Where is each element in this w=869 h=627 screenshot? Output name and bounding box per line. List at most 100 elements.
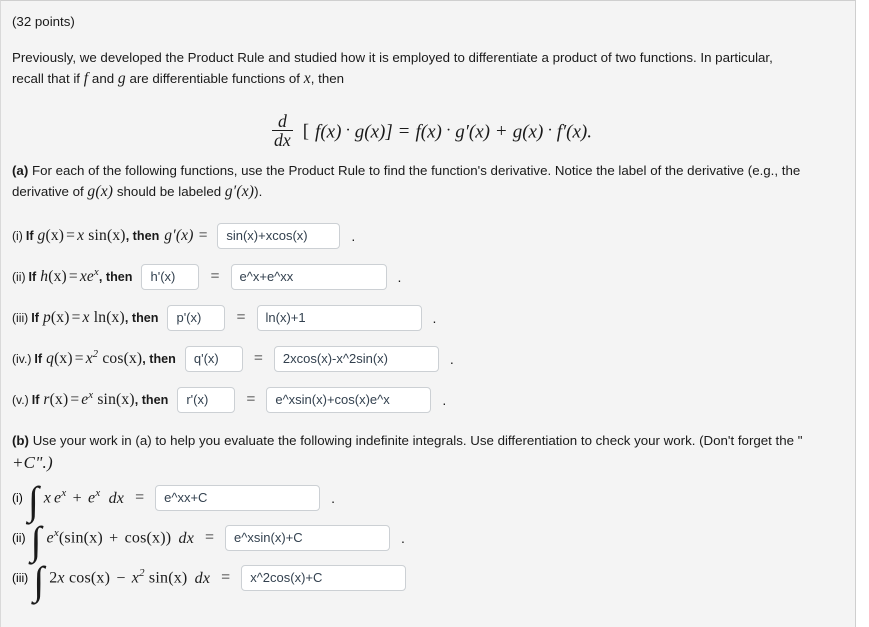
part-b-item-ii: (ii) ∫ ex(sin(x) + cos(x)) dx = . — [12, 520, 852, 560]
then-word: , then — [98, 269, 133, 284]
row-period: . — [449, 350, 454, 367]
product-rule-formula: d dx [f(x) · g(x)] = f(x) · g′(x) + g(x) · f′(x). — [12, 112, 852, 158]
part-a-item-v: (v.) If r(x)=ex sin(x) , then = . — [12, 386, 852, 413]
part-b-item-i: (i) ∫ x ex + ex dx = . — [12, 480, 852, 520]
function-definition: h(x) = xex — [40, 267, 99, 286]
part-a-item-iii: (iii) If p(x)=x ln(x) , then = . — [12, 304, 852, 331]
answer-input-a-iii[interactable] — [256, 304, 422, 331]
math-x: x — [303, 69, 311, 87]
equals-sign: = — [205, 528, 215, 546]
answer-input-b-i[interactable] — [155, 484, 321, 511]
part-b-prompt: (b) Use your work in (a) to help you eva… — [12, 432, 852, 475]
row-period: . — [331, 489, 335, 506]
item-number: (v.) — [12, 392, 29, 407]
math-f: f — [83, 69, 89, 87]
part-b-line-1: Use your work in (a) to help you evaluat… — [32, 432, 803, 448]
answer-input-a-v[interactable] — [266, 386, 432, 413]
equals-sign: = — [246, 390, 256, 408]
math-g: g — [117, 69, 126, 87]
part-b-line-2: +C".) — [12, 452, 53, 472]
intro-line-2-pre: recall that if — [12, 70, 80, 86]
formula-rhs-gprime: g — [455, 121, 465, 143]
intro-line-2-end: , then — [310, 70, 345, 86]
formula-plus: + — [496, 121, 507, 143]
function-definition: q(x) = x2 cos(x) — [46, 349, 143, 368]
frac-numerator-d: d — [277, 110, 287, 131]
formula-dot-1: · — [345, 122, 351, 140]
formula-lhs-g: g — [354, 121, 365, 143]
formula-equals: = — [398, 121, 410, 143]
equals-sign: = — [253, 349, 263, 367]
formula-rhs-gpx: (x) — [468, 121, 490, 143]
part-a-item-iv: (iv.) If q(x)=x2 cos(x) , then = . — [12, 345, 852, 372]
if-word: If — [25, 228, 34, 243]
then-word: , then — [125, 228, 160, 243]
formula-dot-2: · — [445, 122, 452, 140]
derivative-label-input-h[interactable] — [141, 263, 200, 290]
row-period: . — [432, 309, 437, 326]
formula-rhs-fpx: (x). — [566, 121, 592, 143]
part-b-label: (b) — [12, 432, 29, 448]
if-word: If — [31, 310, 39, 325]
question-panel: (32 points) Previously, we developed the… — [0, 0, 856, 627]
if-word: If — [31, 392, 40, 407]
function-definition: g(x) = x sin(x) — [37, 226, 126, 244]
points-label: (32 points) — [12, 14, 75, 29]
formula-lhs-gx: (x) — [364, 121, 386, 143]
then-word: , then — [142, 351, 176, 366]
derivative-label-input-q[interactable] — [184, 345, 243, 372]
part-a-prompt: (a) For each of the following functions,… — [12, 162, 852, 203]
part-b-item-iii: (iii) ∫ 2x cos(x) − x2 sin(x) dx = — [12, 560, 852, 600]
part-a-line-2-end: ). — [254, 183, 263, 199]
bracket-close: ] — [385, 121, 393, 143]
if-word: If — [34, 351, 43, 366]
integrand: ex(sin(x) + cos(x)) dx — [46, 527, 195, 547]
item-number: (i) — [12, 490, 23, 505]
intro-and: and — [91, 70, 115, 86]
formula-rhs-fx: (x) — [420, 121, 442, 143]
formula-rhs-g: g — [512, 121, 523, 143]
function-definition: p(x) = x ln(x) — [42, 308, 125, 326]
derivative-label: g′(x) = — [164, 226, 209, 244]
math-g-prime-of-x: g′(x) — [224, 182, 255, 200]
answer-input-a-ii[interactable] — [230, 263, 387, 290]
answer-input-b-ii[interactable] — [225, 524, 391, 551]
answer-input-b-iii[interactable] — [241, 564, 407, 591]
integrand: 2x cos(x) − x2 sin(x) dx — [49, 567, 211, 587]
item-number: (iv.) — [12, 351, 32, 366]
question-content: (32 points) Previously, we developed the… — [12, 1, 852, 600]
answer-input-a-i[interactable] — [217, 222, 341, 249]
equals-sign: = — [210, 267, 220, 285]
part-a-line-2-mid: should be labeled — [116, 183, 222, 199]
frac-denominator-dx: dx — [272, 130, 293, 151]
item-number: (i) — [12, 228, 23, 243]
then-word: , then — [134, 392, 169, 407]
row-period: . — [442, 391, 447, 408]
intro-line-1: Previously, we developed the Product Rul… — [12, 49, 773, 65]
if-word: If — [28, 269, 37, 284]
item-number: (ii) — [12, 530, 26, 545]
item-number: (iii) — [12, 310, 29, 325]
answer-input-a-iv[interactable] — [273, 345, 439, 372]
equals-sign: = — [236, 308, 246, 326]
formula-dot-3: · — [547, 122, 553, 140]
part-a-item-i: (i) If g(x)=x sin(x) , then g′(x) = . — [12, 222, 852, 249]
derivative-label-input-p[interactable] — [167, 304, 226, 331]
formula-lhs-fx: (x) — [320, 121, 342, 143]
item-number: (iii) — [12, 570, 29, 585]
item-number: (ii) — [12, 269, 26, 284]
bracket-open: [ — [302, 121, 310, 143]
derivative-operator: d dx — [272, 112, 293, 150]
intro-paragraph: Previously, we developed the Product Rul… — [12, 49, 840, 90]
formula-rhs-gx: (x) — [522, 121, 544, 143]
math-g-of-x: g(x) — [87, 182, 114, 200]
then-word: , then — [124, 310, 159, 325]
derivative-label-input-r[interactable] — [177, 386, 236, 413]
part-a-line-2-pre: derivative of — [12, 183, 84, 199]
row-period: . — [351, 227, 356, 244]
intro-line-2-mid: are differentiable functions of — [129, 70, 300, 86]
row-period: . — [401, 529, 405, 546]
part-a-label: (a) — [12, 162, 29, 178]
equals-sign: = — [135, 488, 145, 506]
part-a-item-ii: (ii) If h(x)=xex , then = . — [12, 263, 852, 290]
